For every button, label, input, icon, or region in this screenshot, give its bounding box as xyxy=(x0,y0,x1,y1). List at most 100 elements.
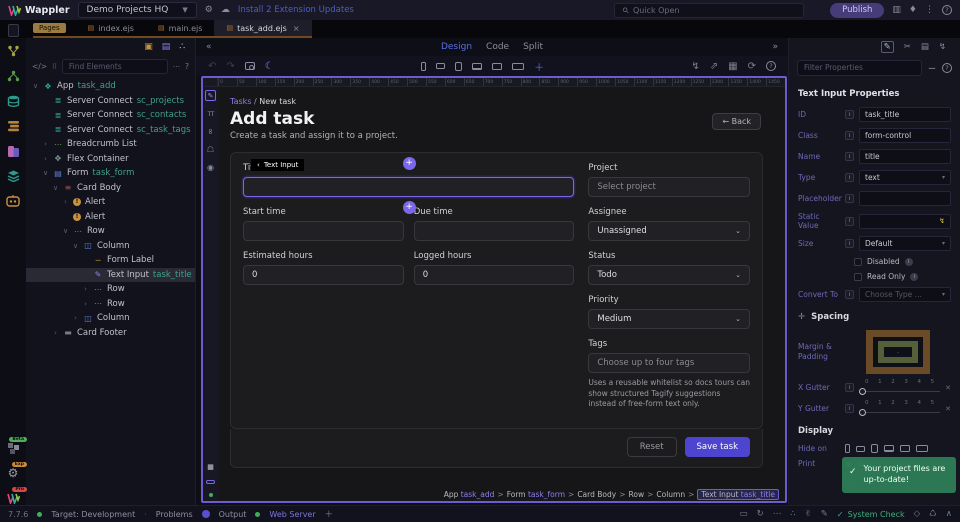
actions-bolt-icon[interactable]: ↯ xyxy=(691,61,699,72)
draw-icon[interactable]: ✎ xyxy=(821,509,828,519)
reload-icon[interactable]: ↻ xyxy=(757,509,764,519)
reset-button[interactable]: Reset xyxy=(627,437,677,457)
selected-element-tag[interactable]: ‹Text Input xyxy=(251,159,304,171)
viewport-pill-icon[interactable] xyxy=(206,480,215,484)
export-icon[interactable]: ⇗ xyxy=(710,61,718,72)
disabled-checkbox[interactable] xyxy=(854,258,862,266)
edit-mode-icon[interactable]: ✎ xyxy=(205,90,216,101)
hide-laptop-icon[interactable] xyxy=(884,445,894,452)
tree-item-server-connect[interactable]: ≣Server Connectsc_contacts xyxy=(26,108,195,123)
screenshot-icon[interactable] xyxy=(245,62,255,70)
x-gutter-slider[interactable]: 012345 xyxy=(859,380,940,395)
output-label[interactable]: Output xyxy=(219,510,247,519)
tree-item-column[interactable]: ∨◫Column xyxy=(26,239,195,254)
workflows-icon[interactable] xyxy=(5,44,21,58)
tree-item-server-connect[interactable]: ≣Server Connectsc_projects xyxy=(26,94,195,109)
clean-icon[interactable]: ◇ xyxy=(914,509,921,519)
database-manager-icon[interactable] xyxy=(5,94,21,108)
expand-closed-icon[interactable]: › xyxy=(82,300,89,308)
expand-closed-icon[interactable]: › xyxy=(42,155,49,163)
expand-closed-icon[interactable]: › xyxy=(82,285,89,293)
tree-item-card-footer[interactable]: ›▬Card Footer xyxy=(26,326,195,341)
assignee-select[interactable]: Unassigned⌄ xyxy=(588,221,750,241)
tree-item-form-label[interactable]: ─Form Label xyxy=(26,253,195,268)
dynamic-binding-bolt-icon[interactable]: ↯ xyxy=(939,217,945,225)
device-desktop-icon[interactable] xyxy=(492,63,502,70)
expand-open-icon[interactable]: ∨ xyxy=(42,169,49,177)
breadcrumb-tasks-link[interactable]: Tasks xyxy=(230,97,251,106)
typography-icon[interactable]: TT xyxy=(208,110,214,118)
bindings-tab-icon[interactable]: ✂ xyxy=(904,42,911,52)
priority-select[interactable]: Medium⌄ xyxy=(588,309,750,329)
padding-box[interactable]: - xyxy=(878,341,918,363)
pages-panel-icon[interactable] xyxy=(8,24,19,37)
device-phone-landscape-icon[interactable] xyxy=(436,63,445,69)
link-icon[interactable]: ∞ xyxy=(206,128,215,135)
slider-handle[interactable] xyxy=(859,409,866,416)
device-phone-icon[interactable] xyxy=(421,62,426,71)
tree-item-breadcrumb-list[interactable]: ›⋯Breadcrumb List xyxy=(26,137,195,152)
pages-badge[interactable]: Pages xyxy=(33,23,66,33)
target-label[interactable]: Target: Development xyxy=(51,510,135,519)
tree-view-icon[interactable]: ⁝⁝ xyxy=(52,62,57,71)
help-icon[interactable]: ? xyxy=(185,62,189,71)
web-server-label[interactable]: Web Server xyxy=(269,510,315,519)
problems-label[interactable]: Problems xyxy=(156,510,193,519)
share-nodes-icon[interactable]: ∴ xyxy=(790,509,795,519)
size-select[interactable]: Default▾ xyxy=(859,236,951,251)
project-selector[interactable]: Demo Projects HQ ▼ xyxy=(78,2,197,18)
grid-view-icon[interactable]: ▦ xyxy=(728,61,737,72)
sitemap-icon[interactable]: ∴ xyxy=(179,42,185,52)
design-palette-icon[interactable] xyxy=(5,144,21,158)
help-icon[interactable]: ? xyxy=(942,5,952,15)
logged-hours-input[interactable]: 0 xyxy=(414,265,575,285)
placeholder-input[interactable] xyxy=(859,191,951,206)
tree-item-card-body[interactable]: ∨≡Card Body xyxy=(26,181,195,196)
hide-desktop-icon[interactable] xyxy=(900,445,910,452)
publish-button[interactable]: Publish xyxy=(830,3,884,18)
layers-icon[interactable] xyxy=(5,169,21,183)
id-input[interactable]: task_title xyxy=(859,107,951,122)
tags-input[interactable]: Choose up to four tags xyxy=(588,353,750,373)
tree-item-server-connect[interactable]: ≣Server Connectsc_task_tags xyxy=(26,123,195,138)
path-segment-text-input[interactable]: Text Input task_title xyxy=(697,489,779,500)
project-select[interactable]: Select project xyxy=(588,177,750,197)
readonly-checkbox-row[interactable]: Read Only i xyxy=(854,272,951,281)
responsive-resize-icon[interactable]: ＋ xyxy=(534,59,544,74)
server-connect-icon[interactable] xyxy=(5,119,21,133)
experimental-settings-icon[interactable]: ⚙ Exp xyxy=(5,466,21,480)
due-time-input[interactable] xyxy=(414,221,575,241)
type-select[interactable]: text▾ xyxy=(859,170,951,185)
save-task-button[interactable]: Save task xyxy=(685,437,750,457)
help-icon[interactable]: ? xyxy=(766,61,776,71)
thumbs-up-icon[interactable]: ✌ xyxy=(805,509,812,519)
path-segment-form[interactable]: Form task_form xyxy=(507,490,565,499)
node-tree-icon[interactable] xyxy=(5,69,21,83)
beta-features-icon[interactable]: Beta xyxy=(5,441,21,455)
redo-icon[interactable]: ↷ xyxy=(226,61,234,72)
static-value-input[interactable]: ↯ xyxy=(859,214,951,229)
clear-icon[interactable]: ✕ xyxy=(945,405,951,413)
tree-item-form[interactable]: ∨▤Formtask_form xyxy=(26,166,195,181)
theme-droplet-icon[interactable]: ♦ xyxy=(909,5,917,15)
refresh-icon[interactable]: ⟳ xyxy=(748,61,756,72)
add-icon[interactable]: ＋ xyxy=(325,508,334,520)
extensions-cloud-icon[interactable]: ☁ xyxy=(221,5,230,15)
tree-item-text-input[interactable]: ✎Text Inputtask_title xyxy=(26,268,195,283)
slider-handle[interactable] xyxy=(859,388,866,395)
y-gutter-slider[interactable]: 012345 xyxy=(859,401,940,416)
device-laptop-icon[interactable] xyxy=(472,63,482,70)
collapse-up-icon[interactable]: ∧ xyxy=(946,509,952,519)
system-check[interactable]: ✓ System Check xyxy=(837,510,905,519)
path-segment-column[interactable]: Column xyxy=(656,490,685,499)
dark-mode-icon[interactable]: ☾ xyxy=(265,61,274,72)
grid-overlay-icon[interactable]: ▦ xyxy=(207,463,214,471)
visibility-eye-icon[interactable]: ◉ xyxy=(207,163,214,172)
insert-after-button[interactable]: + xyxy=(403,201,416,214)
expand-open-icon[interactable]: ∨ xyxy=(52,184,59,192)
tree-item-column[interactable]: ›◫Column xyxy=(26,311,195,326)
expand-open-icon[interactable]: ∨ xyxy=(32,82,39,90)
expand-open-icon[interactable]: ∨ xyxy=(62,227,69,235)
tree-item-row[interactable]: ∨⋯Row xyxy=(26,224,195,239)
tree-item-alert[interactable]: !Alert xyxy=(26,210,195,225)
